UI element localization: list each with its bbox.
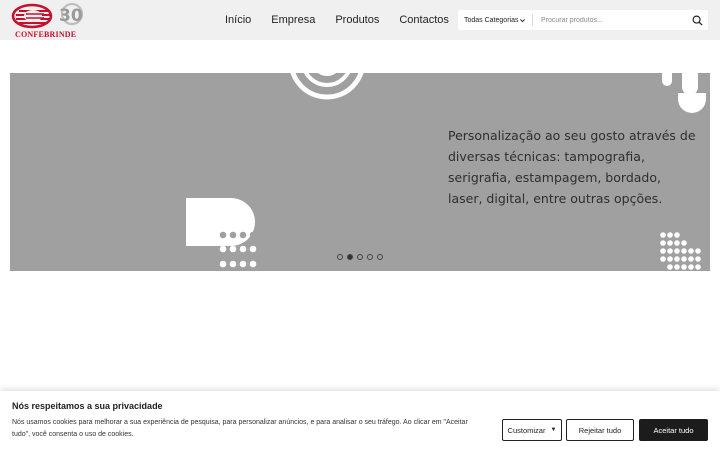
search-bar: Todas Categorias: [458, 10, 708, 30]
hero-caption: Personalização ao seu gosto através de d…: [448, 128, 696, 206]
slider-dot-4[interactable]: [367, 254, 373, 260]
slider-dot-1[interactable]: [337, 254, 343, 260]
slider-dot-2[interactable]: [347, 254, 353, 260]
cookie-title: Nós respeitamos a sua privacidade: [12, 401, 163, 411]
logo-brand-name: CONFEBRINDE: [15, 30, 77, 39]
confebrinde-logo[interactable]: 30 CONFEBRINDE: [10, 2, 90, 39]
cookie-consent-banner: Nós respeitamos a sua privacidade Nós us…: [0, 391, 720, 450]
accept-all-button[interactable]: Aceitar tudo: [639, 419, 708, 441]
slider-dot-3[interactable]: [357, 254, 363, 260]
hero-slider[interactable]: Personalização ao seu gosto através de d…: [10, 73, 710, 271]
reject-all-button[interactable]: Rejeitar tudo: [566, 419, 634, 441]
nav-item-produtos[interactable]: Produtos: [335, 14, 379, 26]
nav-item-contactos[interactable]: Contactos: [399, 14, 449, 26]
category-select[interactable]: Todas Categorias: [458, 10, 532, 30]
customize-button[interactable]: Customizar ▼: [502, 419, 562, 441]
nav-item-empresa[interactable]: Empresa: [271, 14, 315, 26]
category-select-label: Todas Categorias: [464, 16, 519, 24]
page: 30 CONFEBRINDE Início Empresa Produtos C…: [0, 0, 720, 450]
slider-dot-5[interactable]: [377, 254, 383, 260]
search-button[interactable]: [686, 10, 708, 30]
caret-down-icon: ▼: [550, 427, 557, 433]
cookie-text: Nós usamos cookies para melhorar a sua e…: [12, 419, 468, 438]
chevron-down-icon: [520, 18, 526, 22]
nav-item-inicio[interactable]: Início: [225, 14, 251, 26]
logo-anniversary: 30: [59, 6, 83, 26]
slider-pagination: [337, 254, 383, 260]
site-header: 30 CONFEBRINDE Início Empresa Produtos C…: [0, 0, 720, 40]
main-nav: Início Empresa Produtos Contactos: [225, 0, 469, 40]
search-input[interactable]: [533, 10, 686, 30]
search-icon: [692, 15, 703, 26]
customize-button-label: Customizar: [507, 425, 546, 435]
